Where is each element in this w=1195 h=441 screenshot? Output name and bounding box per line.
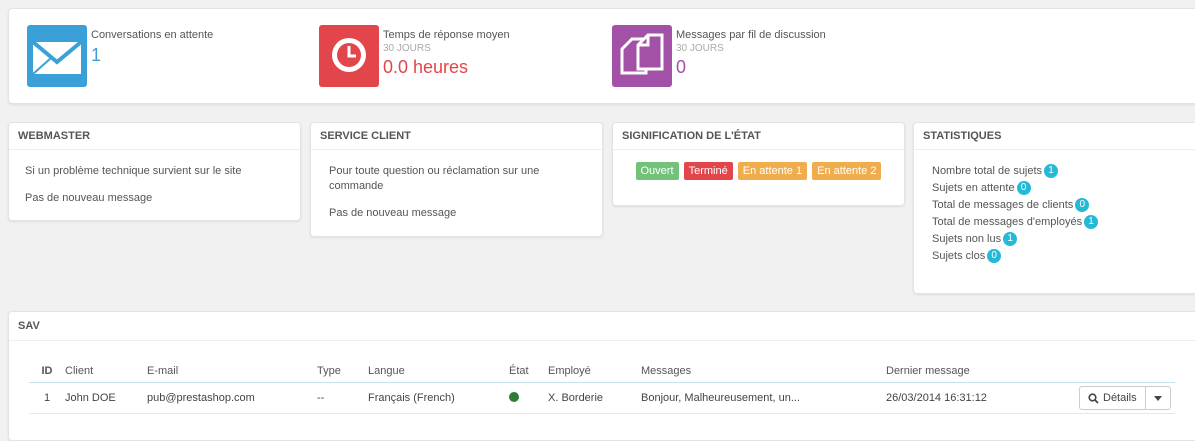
panel-title: STATISTIQUES: [914, 123, 1195, 150]
stat-label: Total de messages d'employés: [932, 216, 1083, 228]
threads-table: ID Client E-mail Type Langue État Employ…: [29, 360, 1175, 414]
envelope-icon: [27, 25, 87, 87]
column-header-id[interactable]: ID: [29, 360, 65, 383]
panel-title: WEBMASTER: [9, 123, 300, 150]
stat-label: Total de messages de clients: [932, 199, 1074, 211]
stat-count-badge: 0: [987, 249, 1002, 264]
kpi-messages-per-thread[interactable]: Messages par fil de discussion 30 JOURS …: [612, 25, 872, 87]
kpi-value: 0: [676, 57, 687, 77]
kpi-period: 30 JOURS: [383, 43, 431, 54]
cell-client: John DOE: [65, 382, 147, 414]
details-button[interactable]: Détails: [1080, 387, 1145, 409]
webmaster-status: Pas de nouveau message: [25, 192, 153, 204]
column-header-actions: [1079, 360, 1175, 383]
cell-actions: Détails: [1079, 382, 1175, 414]
stat-row: Sujets clos 0: [932, 248, 1195, 265]
status-dot: [509, 391, 519, 402]
stat-row: Sujets non lus 1: [932, 231, 1195, 248]
customer-service-description: Pour toute question ou réclamation sur u…: [329, 165, 540, 192]
status-tag-closed: Terminé: [683, 162, 733, 180]
search-icon: [1088, 392, 1099, 404]
panel-title: SAV: [9, 312, 1195, 341]
status-tag-pending-2: En attente 2: [812, 162, 882, 180]
stat-count-badge: 0: [1016, 181, 1031, 196]
customer-service-panel[interactable]: SERVICE CLIENT Pour toute question ou ré…: [310, 122, 603, 237]
status-tag-open: Ouvert: [635, 162, 679, 180]
caret-down-icon: [1153, 395, 1162, 401]
column-header-employee[interactable]: Employé: [548, 360, 641, 383]
cell-language: Français (French): [368, 382, 509, 414]
cell-type: --: [317, 382, 368, 414]
webmaster-panel[interactable]: WEBMASTER Si un problème technique survi…: [8, 122, 301, 221]
row-actions: Détails: [1079, 386, 1171, 410]
kpi-average-response-time[interactable]: Temps de réponse moyen 30 JOURS 0.0 heur…: [319, 25, 559, 87]
cell-last-message: 26/03/2014 16:31:12: [886, 382, 1079, 414]
cell-status: [509, 382, 548, 414]
details-label: Détails: [1103, 392, 1137, 404]
column-header-client[interactable]: Client: [65, 360, 147, 383]
stat-row: Nombre total de sujets 1: [932, 163, 1195, 180]
customer-service-status: Pas de nouveau message: [329, 207, 457, 219]
statistics-panel: STATISTIQUES Nombre total de sujets 1 Suj…: [913, 122, 1195, 294]
panel-title: SIGNIFICATION DE L'ÉTAT: [613, 123, 904, 150]
column-header-type[interactable]: Type: [317, 360, 368, 383]
table-header-row: ID Client E-mail Type Langue État Employ…: [29, 360, 1175, 383]
kpi-value: 1: [91, 45, 102, 65]
kpi-label: Messages par fil de discussion: [676, 29, 826, 41]
documents-icon: [612, 25, 672, 87]
webmaster-description: Si un problème technique survient sur le…: [25, 165, 242, 177]
cell-email: pub@prestashop.com: [147, 382, 317, 414]
kpi-period: 30 JOURS: [676, 43, 724, 54]
clock-icon: [319, 25, 379, 87]
column-header-language[interactable]: Langue: [368, 360, 509, 383]
cell-id: 1: [29, 382, 65, 414]
sav-panel: SAV ID Client E-mail Type Langue État Em…: [8, 311, 1195, 441]
status-legend-panel: SIGNIFICATION DE L'ÉTAT Ouvert Terminé E…: [612, 122, 905, 206]
column-header-status[interactable]: État: [509, 360, 548, 383]
stat-row: Total de messages de clients 0: [932, 197, 1195, 214]
stat-label: Sujets en attente: [932, 182, 1015, 194]
kpi-label: Temps de réponse moyen: [383, 29, 510, 41]
column-header-last-message[interactable]: Dernier message: [886, 360, 1079, 383]
kpi-label: Conversations en attente: [91, 29, 214, 41]
column-header-email[interactable]: E-mail: [147, 360, 317, 383]
stat-count-badge: 0: [1075, 198, 1090, 213]
kpi-pending-conversations[interactable]: Conversations en attente 1: [27, 25, 267, 87]
panel-title: SERVICE CLIENT: [311, 123, 602, 150]
stat-row: Sujets en attente 0: [932, 180, 1195, 197]
kpi-panel: Conversations en attente 1 Temps de répo…: [8, 8, 1195, 104]
stat-count-badge: 1: [1084, 215, 1099, 230]
table-row[interactable]: 1 John DOE pub@prestashop.com -- Françai…: [29, 382, 1175, 414]
cell-employee: X. Borderie: [548, 382, 641, 414]
column-header-messages[interactable]: Messages: [641, 360, 886, 383]
kpi-value: 0.0 heures: [383, 57, 469, 77]
stat-label: Sujets non lus: [932, 233, 1002, 245]
stat-label: Nombre total de sujets: [932, 165, 1043, 177]
stat-count-badge: 1: [1044, 164, 1059, 179]
cell-messages: Bonjour, Malheureusement, un...: [641, 382, 886, 414]
stat-row: Total de messages d'employés 1: [932, 214, 1195, 231]
status-tag-pending-1: En attente 1: [737, 162, 808, 180]
actions-dropdown-toggle[interactable]: [1144, 387, 1170, 409]
stat-label: Sujets clos: [932, 250, 986, 262]
stat-count-badge: 1: [1003, 232, 1018, 247]
